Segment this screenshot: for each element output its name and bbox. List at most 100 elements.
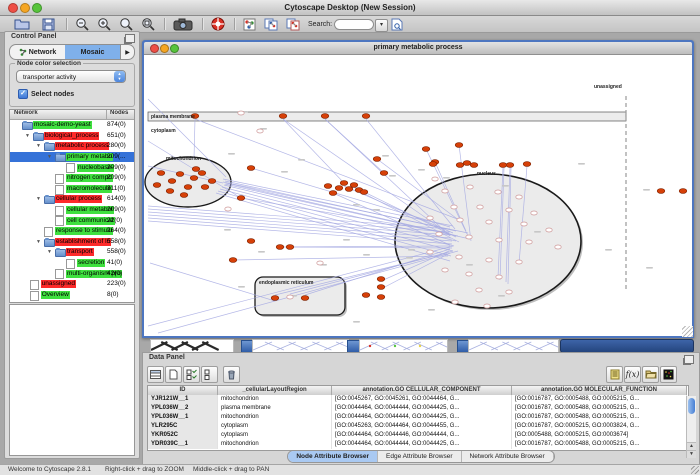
tiny-node-label[interactable] [238,286,245,288]
table-cell[interactable]: YPL036W__1 [148,413,218,422]
gene-node[interactable] [321,114,329,119]
tiny-node-label[interactable] [605,249,612,251]
gene-node-unselected[interactable] [521,222,527,226]
expand-triangle-icon[interactable]: ▼ [36,196,41,202]
minimized-window-thumbnail[interactable] [252,339,349,353]
birdseye-view-panel[interactable] [9,304,135,456]
expand-triangle-icon[interactable]: ▼ [47,154,52,160]
tree-row-establishment-of-lo[interactable]: ▼establishment of lo558(0) [10,237,134,248]
tab-node-attribute-browser[interactable]: Node Attribute Browser [288,451,378,462]
expand-triangle-icon[interactable]: ▼ [36,143,41,149]
gene-node-unselected[interactable] [442,189,448,193]
gene-node[interactable] [377,295,385,300]
tree-row-response-to-stimulu[interactable]: response to stimulu264(0) [10,226,134,237]
tiny-node-label[interactable] [373,209,380,211]
tree-row-unassigned[interactable]: unassigned223(0) [10,279,134,290]
gene-node[interactable] [335,186,343,191]
zoom-in-button[interactable] [94,17,114,31]
gene-node-unselected[interactable] [486,258,492,262]
gene-node[interactable] [523,162,531,167]
gene-node-unselected[interactable] [427,216,433,220]
gene-node-unselected[interactable] [442,268,448,272]
expand-triangle-icon[interactable]: ▼ [25,133,30,139]
tiny-node-label[interactable] [418,169,425,171]
gene-node[interactable] [247,166,255,171]
attribute-list-button[interactable] [606,366,623,383]
gene-node[interactable] [286,245,294,250]
table-cell[interactable]: [GO:0005488, GO:0005215, GO:0003674] [512,431,687,440]
gene-node-unselected[interactable] [238,111,244,115]
table-cell[interactable]: [GO:0045263, GO:0044464, GO:0044455, G..… [332,422,512,431]
duplicate-view-button[interactable] [262,17,280,31]
gene-node-unselected[interactable] [287,295,293,299]
tab-mosaic[interactable]: Mosaic [65,45,120,59]
tiny-node-label[interactable] [382,155,389,157]
tiny-node-label[interactable] [224,229,231,231]
tree-row-transport[interactable]: ▼transport558(0) [10,247,134,258]
tab-network-attribute-browser[interactable]: Network Attribute Browser [462,451,554,462]
gene-node[interactable] [360,190,368,195]
unselect-attributes-button[interactable] [201,366,218,383]
table-cell[interactable]: cytoplasm [218,431,332,440]
table-cell[interactable]: YDR039C__1 [148,440,218,449]
table-cell[interactable]: [GO:0016787, GO:0005215, GO:0003824, G..… [512,422,687,431]
vizmapper-button[interactable] [240,17,258,31]
gene-node[interactable] [153,183,161,188]
expand-triangle-icon[interactable]: ▼ [47,249,52,255]
tiny-node-label[interactable] [363,254,370,256]
window-resize-grip[interactable] [682,326,693,337]
app-resize-grip[interactable] [691,466,699,474]
attribute-table-button[interactable] [147,366,164,383]
table-cell[interactable]: [GO:0045267, GO:0045261, GO:0044464, G..… [332,395,512,404]
help-lifesaver-button[interactable] [208,17,228,31]
node-color-dropdown[interactable]: transporter activity ▲▼ [16,70,126,83]
table-cell[interactable]: cytoplasm [218,422,332,431]
gene-node[interactable] [247,239,255,244]
attribute-table[interactable]: ID_cellularLayoutRegionannotation.GO CEL… [147,385,689,451]
tiny-node-label[interactable] [534,231,541,233]
tiny-node-label[interactable] [643,189,650,191]
column-header[interactable]: annotation.GO MOLECULAR_FUNCTION [512,386,687,395]
gene-node-unselected[interactable] [451,205,457,209]
network-canvas[interactable]: plasma membranecytoplasmmitochondrionnuc… [144,55,692,336]
table-cell[interactable]: YPL036W__2 [148,404,218,413]
save-button[interactable] [38,17,58,31]
tree-row-cellular-process[interactable]: ▼cellular process614(0) [10,194,134,205]
gene-node[interactable] [201,185,209,190]
gene-node[interactable] [362,114,370,119]
tiny-node-label[interactable] [498,295,505,297]
table-cell[interactable]: mitochondrion [218,440,332,449]
gene-node[interactable] [276,245,284,250]
matrix-button[interactable] [660,366,677,383]
column-header[interactable]: annotation.GO CELLULAR_COMPONENT [332,386,512,395]
table-cell[interactable]: YLR295C [148,422,218,431]
network-window-titlebar[interactable]: primary metabolic process [144,42,692,55]
new-attribute-button[interactable] [165,366,182,383]
gene-node[interactable] [340,181,348,186]
tiny-node-label[interactable] [389,175,396,177]
gene-node[interactable] [380,171,388,176]
gene-node[interactable] [329,191,337,196]
gene-node[interactable] [456,163,464,168]
minimize-window-icon[interactable] [20,3,30,13]
column-header[interactable]: _cellularLayoutRegion [218,386,332,395]
tree-row-secretion[interactable]: secretion41(0) [10,258,134,269]
gene-node[interactable] [463,161,471,166]
tiny-node-label[interactable] [408,249,415,251]
gene-node-unselected[interactable] [476,288,482,292]
table-cell[interactable]: mitochondrion [218,413,332,422]
gene-node-unselected[interactable] [452,300,458,304]
tree-row-nucleobase-[interactable]: nucleobase-209(0) [10,162,134,173]
gene-node[interactable] [373,157,381,162]
tiny-node-label[interactable] [646,267,653,269]
gene-node[interactable] [180,193,188,198]
tiny-node-label[interactable] [298,159,305,161]
zoom-fit-button[interactable] [138,17,158,31]
tree-row-biological-process[interactable]: ▼biological_process651(0) [10,131,134,142]
table-cell[interactable]: [GO:0016787, GO:0005488, GO:0005215, G..… [512,440,687,449]
scrollbar-thumb[interactable] [688,398,695,414]
tree-header[interactable]: Network Nodes [10,110,134,120]
open-file-button[interactable] [12,17,32,31]
table-cell[interactable]: [GO:0044464, GO:0044444, GO:0044425, G..… [332,440,512,449]
gene-node[interactable] [190,176,198,181]
